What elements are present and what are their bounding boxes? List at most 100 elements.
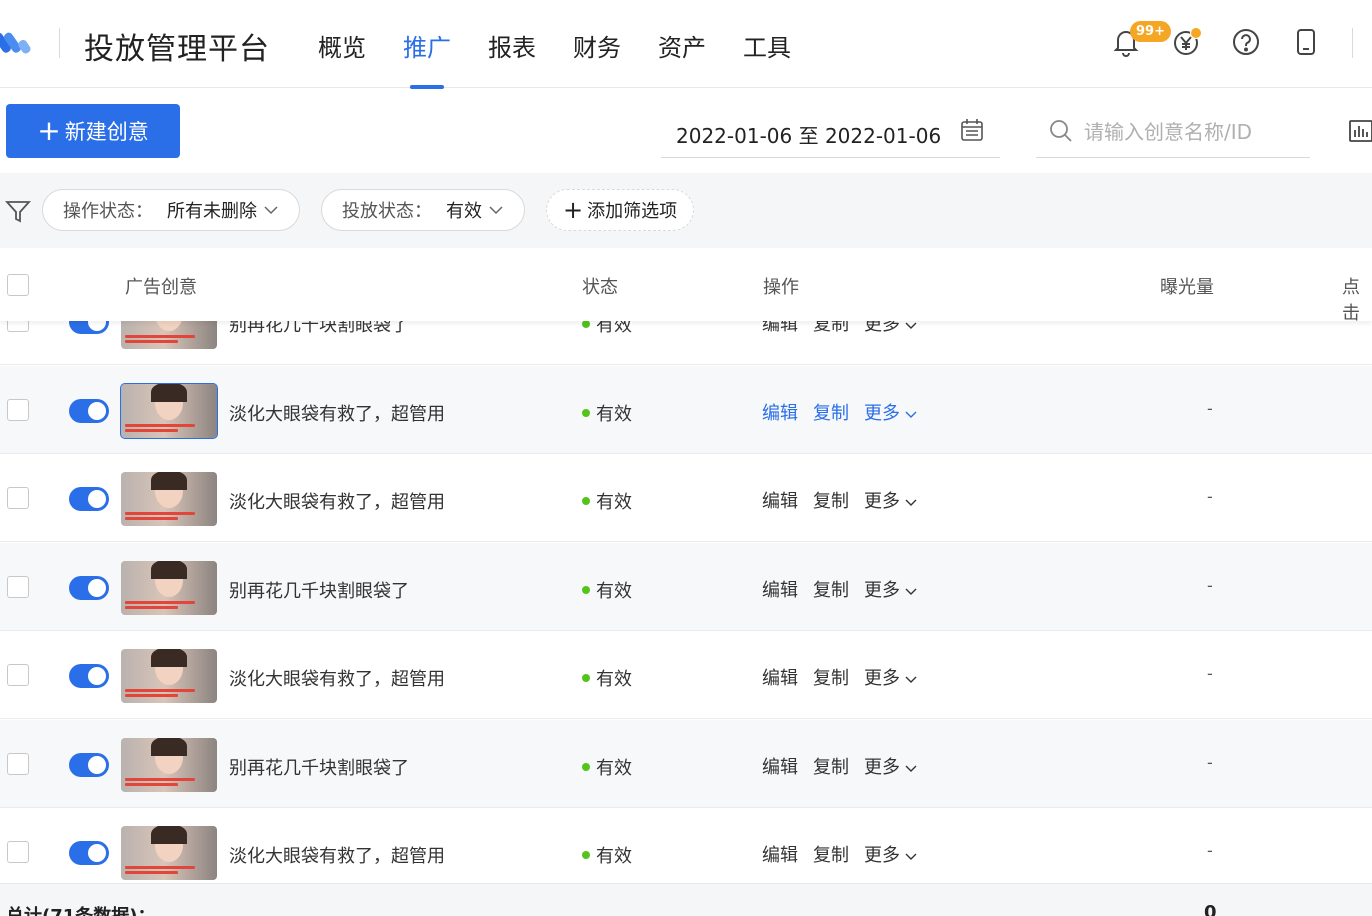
more-dropdown[interactable]: 更多 (864, 753, 918, 779)
filter-value: 有效 (446, 201, 482, 222)
column-header-exposure[interactable]: 曝光量 (1160, 273, 1214, 299)
table-row[interactable]: 淡化大眼袋有救了，超管用 有效 编辑 复制 更多 - (0, 808, 1372, 883)
table-row[interactable]: 淡化大眼袋有救了，超管用 有效 编辑 复制 更多 - (0, 365, 1372, 454)
nav-assets[interactable]: 资产 (658, 28, 706, 88)
status-badge: 有效 (582, 754, 632, 780)
status-badge: 有效 (582, 488, 632, 514)
creative-name[interactable]: 淡化大眼袋有救了，超管用 (229, 400, 445, 426)
row-enable-toggle[interactable] (69, 321, 109, 334)
copy-link[interactable]: 复制 (813, 487, 849, 513)
exposure-value: - (1207, 841, 1213, 860)
nav-promotion[interactable]: 推广 (403, 28, 451, 89)
nav-finance[interactable]: 财务 (573, 28, 621, 88)
copy-link[interactable]: 复制 (813, 321, 849, 336)
row-checkbox[interactable] (7, 752, 29, 775)
nav-overview[interactable]: 概览 (318, 28, 366, 88)
creative-thumbnail[interactable] (121, 321, 217, 349)
row-enable-toggle[interactable] (69, 575, 109, 600)
table-row[interactable]: 别再花几千块割眼袋了有效编辑复制更多- (0, 542, 1372, 631)
nav-reports[interactable]: 报表 (488, 28, 536, 88)
creative-name[interactable]: 淡化大眼袋有救了，超管用 (229, 842, 445, 868)
edit-link[interactable]: 编辑 (762, 487, 798, 513)
top-navigation-bar: 投放管理平台 概览 推广 报表 财务 资产 工具 99+ (0, 0, 1372, 89)
more-dropdown[interactable]: 更多 (864, 841, 918, 867)
row-checkbox[interactable] (7, 487, 29, 509)
row-enable-toggle[interactable] (69, 752, 109, 777)
row-checkbox[interactable] (7, 321, 29, 332)
creative-thumbnail[interactable] (121, 472, 217, 526)
edit-link[interactable]: 编辑 (762, 664, 798, 690)
creative-thumbnail[interactable] (121, 826, 217, 880)
creative-name[interactable]: 别再花几千块割眼袋了 (229, 577, 409, 603)
edit-link[interactable]: 编辑 (762, 753, 798, 779)
creative-thumbnail[interactable] (121, 560, 217, 615)
copy-link[interactable]: 复制 (813, 841, 849, 867)
creative-thumbnail[interactable] (121, 737, 217, 792)
more-dropdown[interactable]: 更多 (864, 321, 918, 336)
more-dropdown[interactable]: 更多 (864, 576, 918, 602)
more-label: 更多 (864, 668, 900, 689)
help-icon[interactable] (1230, 26, 1262, 58)
main-nav: 概览 推广 报表 财务 资产 工具 (318, 28, 828, 89)
date-range-picker[interactable]: 2022-01-06 至 2022-01-06 (661, 108, 1000, 158)
table-header: 广告创意 状态 操作 曝光量 点击 (0, 248, 1372, 324)
row-checkbox[interactable] (7, 841, 29, 863)
filter-delivery-status[interactable]: 投放状态： 有效 (321, 189, 525, 231)
row-checkbox[interactable] (7, 575, 29, 598)
more-dropdown[interactable]: 更多 (864, 664, 918, 690)
status-badge: 有效 (582, 400, 632, 426)
row-enable-toggle[interactable] (69, 664, 109, 688)
status-badge: 有效 (582, 842, 632, 868)
status-badge: 有效 (582, 321, 632, 337)
column-header-clicks[interactable]: 点击 (1342, 273, 1372, 325)
row-checkbox[interactable] (7, 398, 29, 421)
chevron-down-icon (905, 588, 917, 595)
select-all-checkbox[interactable] (7, 274, 29, 296)
search-input[interactable] (1084, 114, 1304, 150)
new-creative-button[interactable]: + 新建创意 (6, 104, 180, 158)
edit-link[interactable]: 编辑 (762, 399, 798, 425)
logo-icon (0, 32, 31, 54)
chart-icon[interactable] (1348, 118, 1372, 144)
edit-link[interactable]: 编辑 (762, 321, 798, 336)
creative-thumbnail[interactable] (120, 382, 218, 439)
table-row[interactable]: 淡化大眼袋有救了，超管用 有效 编辑 复制 更多 - (0, 454, 1372, 542)
creative-name[interactable]: 淡化大眼袋有救了，超管用 (229, 488, 445, 514)
table-row[interactable]: 别再花几千块割眼袋了有效编辑复制更多- (0, 719, 1372, 808)
table-row[interactable]: 别再花几千块割眼袋了有效编辑复制更多- (0, 321, 1372, 365)
row-enable-toggle[interactable] (69, 487, 109, 511)
add-filter-button[interactable]: + 添加筛选项 (546, 189, 695, 231)
creative-thumbnail[interactable] (121, 649, 217, 703)
creative-name[interactable]: 别再花几千块割眼袋了 (229, 754, 409, 780)
more-label: 更多 (864, 579, 900, 601)
creative-name[interactable]: 淡化大眼袋有救了，超管用 (229, 665, 445, 691)
search-box (1036, 108, 1310, 158)
filter-value: 所有未删除 (167, 201, 257, 222)
more-dropdown[interactable]: 更多 (864, 487, 918, 513)
row-checkbox[interactable] (7, 664, 29, 686)
total-exposure: 0 (1204, 902, 1217, 916)
chevron-down-icon (905, 499, 917, 506)
row-enable-toggle[interactable] (69, 398, 109, 423)
chevron-down-icon (905, 853, 917, 860)
chevron-down-icon (905, 322, 917, 329)
nav-tools[interactable]: 工具 (743, 28, 791, 88)
table-footer: 总计(71条数据)： 0 (0, 883, 1372, 916)
copy-link[interactable]: 复制 (813, 576, 849, 602)
calendar-icon (961, 119, 983, 141)
more-dropdown[interactable]: 更多 (864, 399, 918, 425)
table-row[interactable]: 淡化大眼袋有救了，超管用 有效 编辑 复制 更多 - (0, 631, 1372, 719)
mobile-icon[interactable] (1290, 26, 1322, 58)
filter-icon[interactable] (5, 198, 31, 224)
copy-link[interactable]: 复制 (813, 664, 849, 690)
search-icon (1050, 120, 1072, 142)
copy-link[interactable]: 复制 (813, 399, 849, 425)
edit-link[interactable]: 编辑 (762, 576, 798, 602)
copy-link[interactable]: 复制 (813, 753, 849, 779)
filter-operation-status[interactable]: 操作状态： 所有未删除 (42, 189, 300, 231)
exposure-value: - (1207, 664, 1213, 683)
creative-name[interactable]: 别再花几千块割眼袋了 (229, 321, 409, 337)
edit-link[interactable]: 编辑 (762, 841, 798, 867)
row-enable-toggle[interactable] (69, 841, 109, 865)
more-label: 更多 (864, 321, 900, 335)
